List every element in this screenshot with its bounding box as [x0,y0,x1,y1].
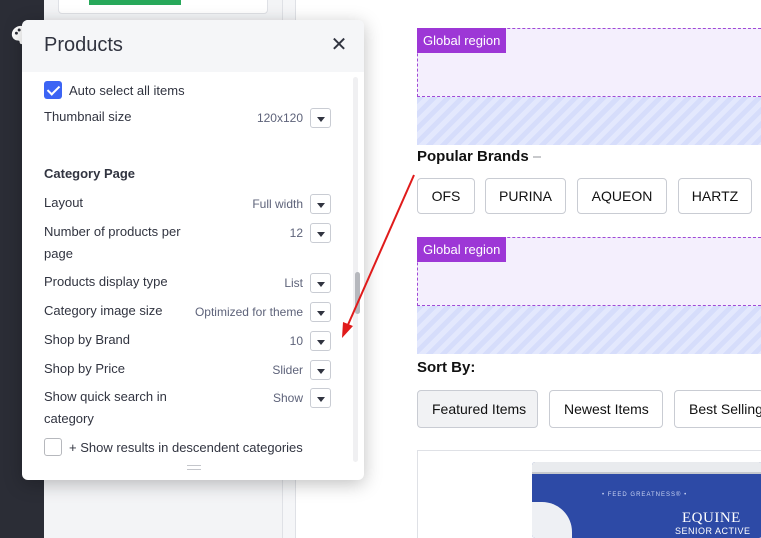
global-region-badge: Global region [417,28,507,53]
bag-tagline: • FEED GREATNESS® • [602,492,688,498]
descendent-categories-checkbox[interactable] [44,438,62,456]
thumbnail-size-value: 120x120 [256,111,303,125]
category-image-size-value: Optimized for theme [194,305,303,319]
chevron-down-icon[interactable] [310,194,331,214]
display-type-label: Products display type [44,274,168,289]
quick-search-value: Show [272,391,303,405]
sort-newest-button[interactable]: Newest Items [549,390,663,428]
shop-by-price-value: Slider [272,363,303,377]
shop-by-brand-value: 10 [289,334,303,348]
auto-select-checkbox[interactable] [44,81,62,99]
display-type-value: List [284,276,303,290]
drag-handle[interactable] [532,156,541,159]
sort-by-title: Sort By: [417,359,476,376]
shop-by-price-label: Shop by Price [44,361,125,376]
brand-pill[interactable]: AQUEON [577,178,667,214]
scrollbar-thumb[interactable] [355,272,360,314]
global-region-placeholder [417,306,761,354]
descendent-categories-label: + Show results in descendent categories [69,440,303,455]
brand-pill[interactable]: HARTZ [678,178,752,214]
close-icon[interactable]: ✕ [328,34,350,56]
scrollbar-track[interactable] [353,77,358,462]
chevron-down-icon[interactable] [310,331,331,351]
products-per-page-label: Number of products per page [44,224,181,261]
chevron-down-icon[interactable] [310,302,331,322]
quick-search-label: Show quick search in category [44,389,167,426]
products-panel: Products ✕ Auto select all items Thumbna… [22,20,364,480]
global-region-badge: Global region [417,237,507,262]
progress-bar [89,0,181,5]
bag-brand: EQUINE [682,510,741,526]
thumbnail-size-label: Thumbnail size [44,109,132,124]
sort-featured-button[interactable]: Featured Items [417,390,538,428]
layout-label: Layout [44,195,84,210]
brand-pill[interactable]: OFS [417,178,475,214]
resize-handle[interactable] [187,465,201,470]
sidebar-card[interactable] [58,0,268,14]
chevron-down-icon[interactable] [310,223,331,243]
brand-pill[interactable]: PURINA [485,178,566,214]
sort-best-selling-button[interactable]: Best Selling [674,390,761,428]
bag-cap [532,462,761,474]
category-page-heading: Category Page [44,166,136,181]
popular-brands-text: Popular Brands [417,148,529,165]
panel-title: Products [44,34,123,56]
product-image[interactable]: • FEED GREATNESS® • EQUINE SENIOR ACTIVE [532,462,761,538]
popular-brands-title: Popular Brands [417,148,541,165]
layout-value: Full width [252,197,303,211]
bag-subtitle: SENIOR ACTIVE [675,526,751,536]
chevron-down-icon[interactable] [310,273,331,293]
global-region-placeholder [417,97,761,145]
auto-select-label: Auto select all items [69,83,185,98]
chevron-down-icon[interactable] [310,360,331,380]
products-per-page-value: 12 [289,226,303,240]
chevron-down-icon[interactable] [310,388,331,408]
category-image-size-label: Category image size [44,303,163,318]
shop-by-brand-label: Shop by Brand [44,332,131,347]
bag-graphic [532,502,572,538]
chevron-down-icon[interactable] [310,108,331,128]
